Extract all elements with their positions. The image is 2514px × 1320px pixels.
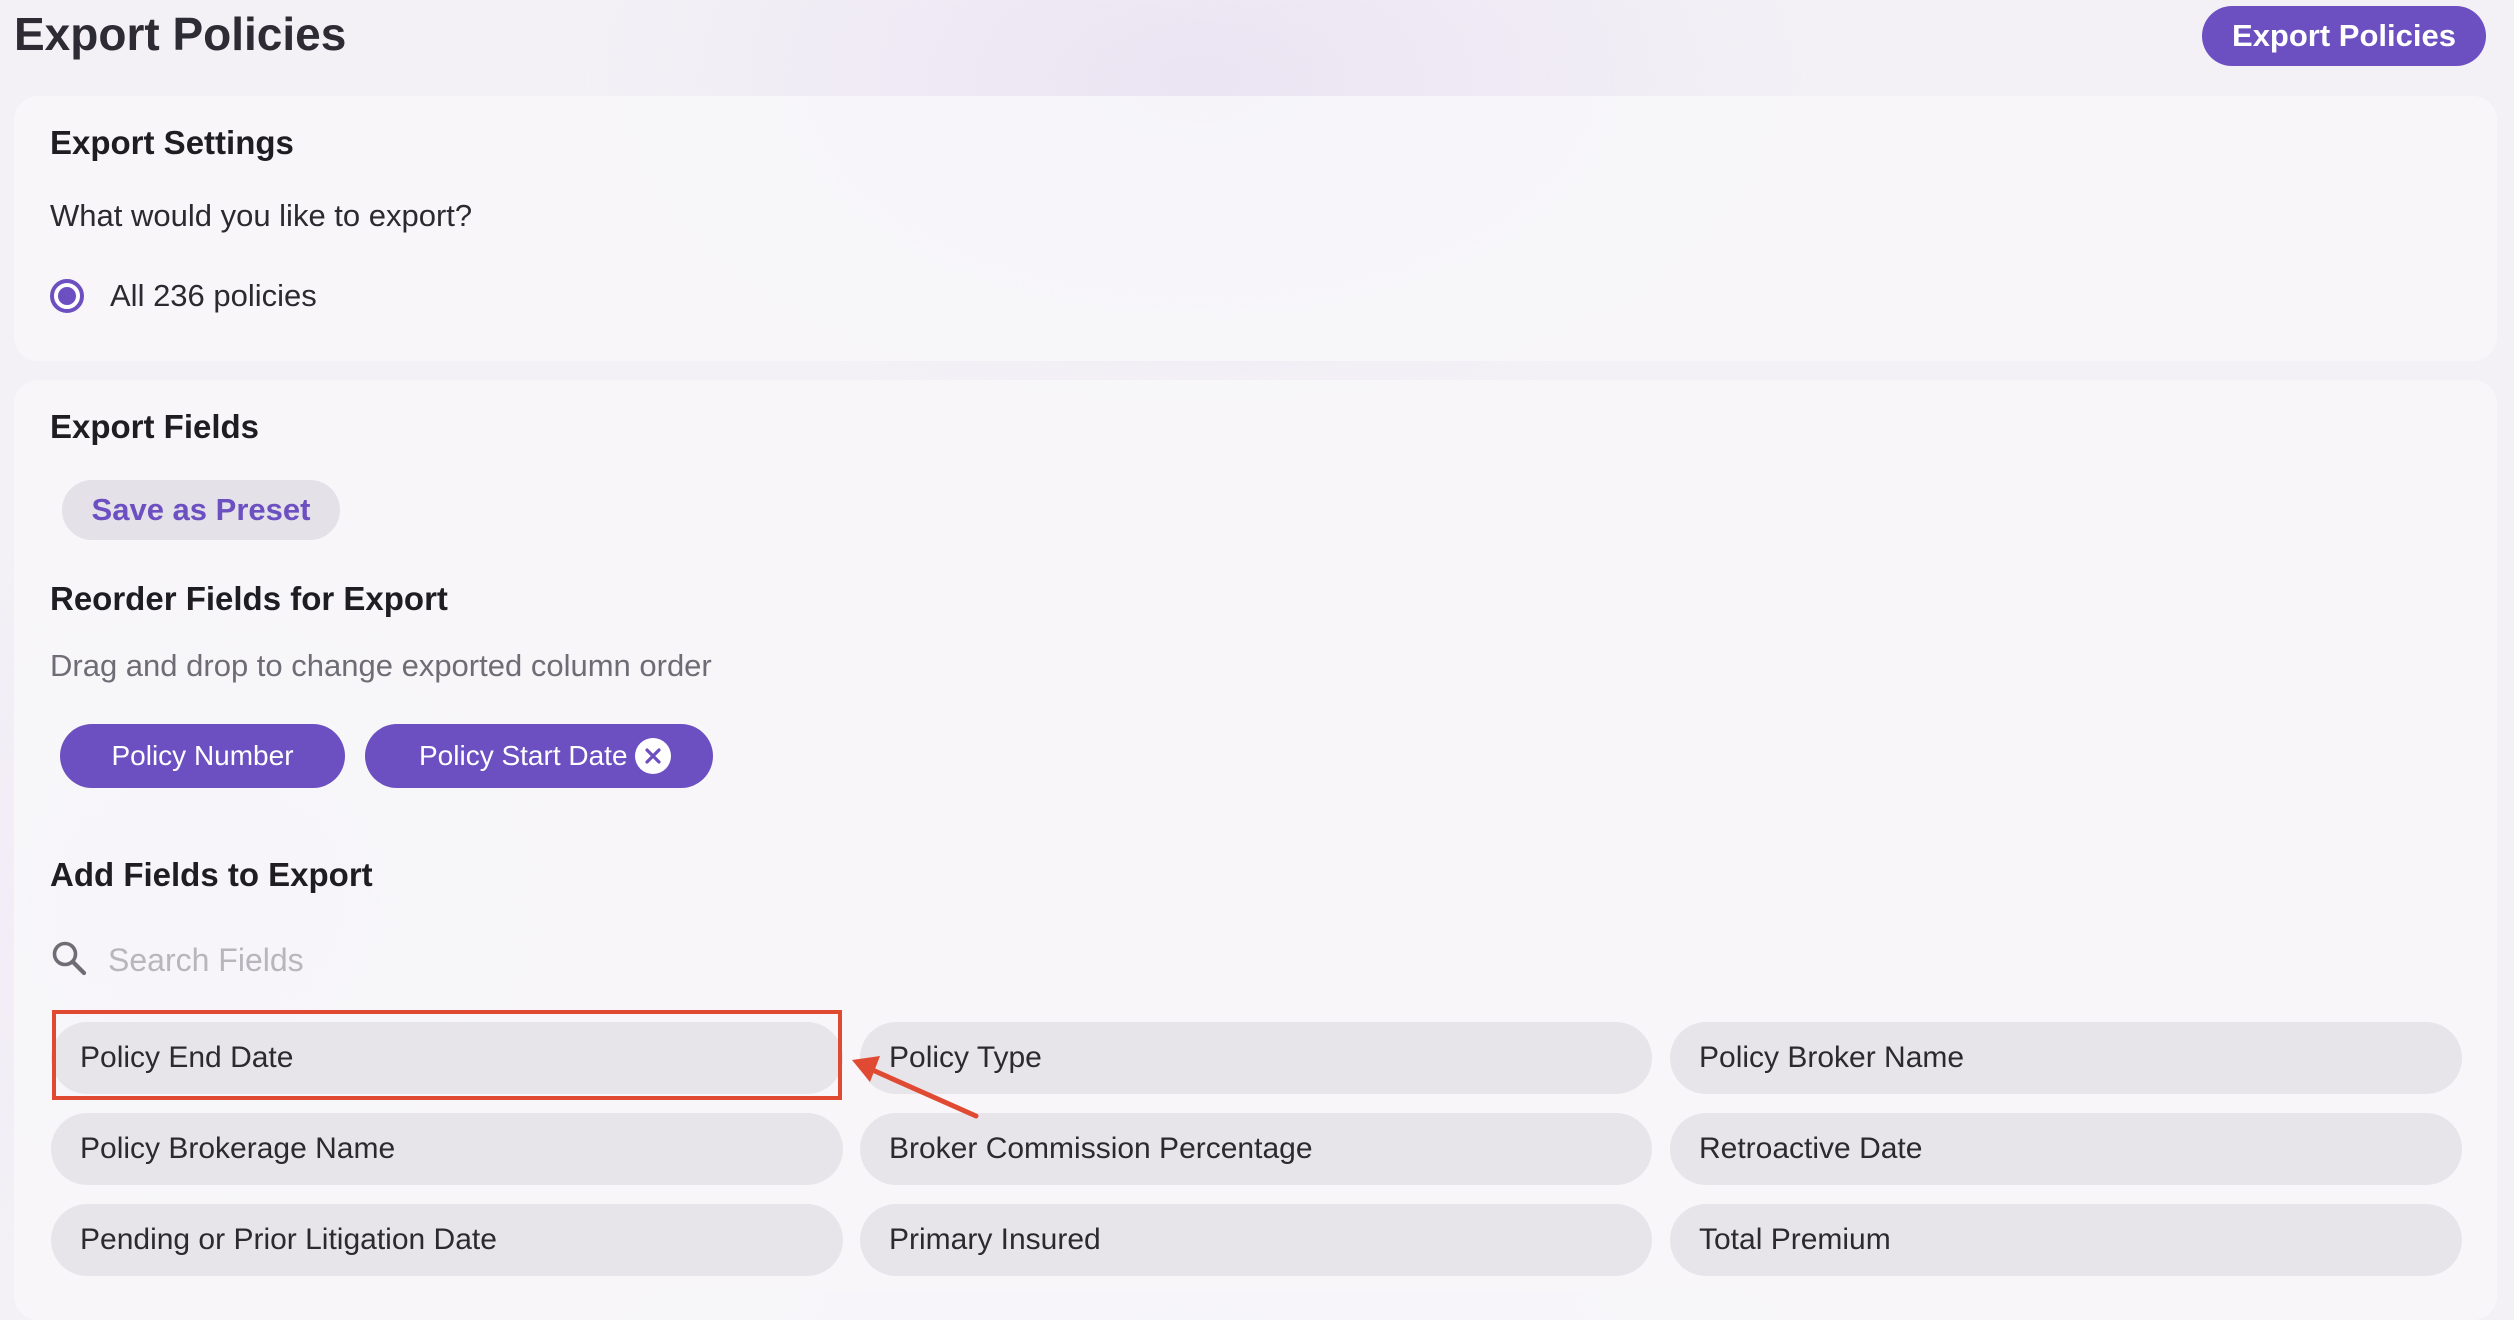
field-option[interactable]: Policy End Date — [51, 1022, 843, 1094]
field-option-label: Retroactive Date — [1699, 1132, 1923, 1165]
save-as-preset-button[interactable]: Save as Preset — [62, 480, 340, 540]
radio-selected-icon[interactable] — [50, 279, 84, 313]
field-option[interactable]: Total Premium — [1670, 1204, 2462, 1276]
field-option-label: Policy Brokerage Name — [80, 1132, 396, 1165]
page-title: Export Policies — [14, 8, 347, 60]
export-policies-button[interactable]: Export Policies — [2202, 6, 2486, 66]
field-option[interactable]: Policy Broker Name — [1670, 1022, 2462, 1094]
selected-field-chip[interactable]: Policy Number — [60, 724, 345, 788]
all-policies-option[interactable]: All 236 policies — [50, 278, 317, 314]
add-fields-title: Add Fields to Export — [50, 856, 373, 893]
export-settings-title: Export Settings — [50, 124, 294, 161]
reorder-hint: Drag and drop to change exported column … — [50, 648, 712, 683]
export-fields-title: Export Fields — [50, 408, 260, 445]
field-option[interactable]: Pending or Prior Litigation Date — [51, 1204, 843, 1276]
field-option-label: Primary Insured — [889, 1223, 1101, 1256]
selected-field-label: Policy Start Date — [419, 740, 628, 771]
close-circle-icon[interactable] — [635, 738, 671, 774]
search-fields-input[interactable] — [106, 940, 910, 980]
search-icon — [50, 939, 88, 982]
field-option[interactable]: Policy Brokerage Name — [51, 1113, 843, 1185]
field-option[interactable]: Primary Insured — [860, 1204, 1652, 1276]
export-settings-card: Export Settings What would you like to e… — [14, 96, 2497, 361]
field-option-label: Policy Broker Name — [1699, 1041, 1965, 1074]
selected-field-chip[interactable]: Policy Start Date — [365, 724, 713, 788]
reorder-fields-title: Reorder Fields for Export — [50, 580, 448, 617]
field-option-label: Policy Type — [889, 1041, 1042, 1074]
selected-field-label: Policy Number — [111, 740, 294, 771]
field-option[interactable]: Policy Type — [860, 1022, 1652, 1094]
field-option-label: Pending or Prior Litigation Date — [80, 1223, 497, 1256]
export-question: What would you like to export? — [50, 198, 473, 233]
search-field-box[interactable] — [50, 930, 950, 990]
field-option[interactable]: Broker Commission Percentage — [860, 1113, 1652, 1185]
all-policies-label: All 236 policies — [110, 278, 317, 313]
field-option[interactable]: Retroactive Date — [1670, 1113, 2462, 1185]
field-option-label: Policy End Date — [80, 1041, 294, 1074]
field-option-label: Broker Commission Percentage — [889, 1132, 1313, 1165]
field-option-label: Total Premium — [1699, 1223, 1891, 1256]
